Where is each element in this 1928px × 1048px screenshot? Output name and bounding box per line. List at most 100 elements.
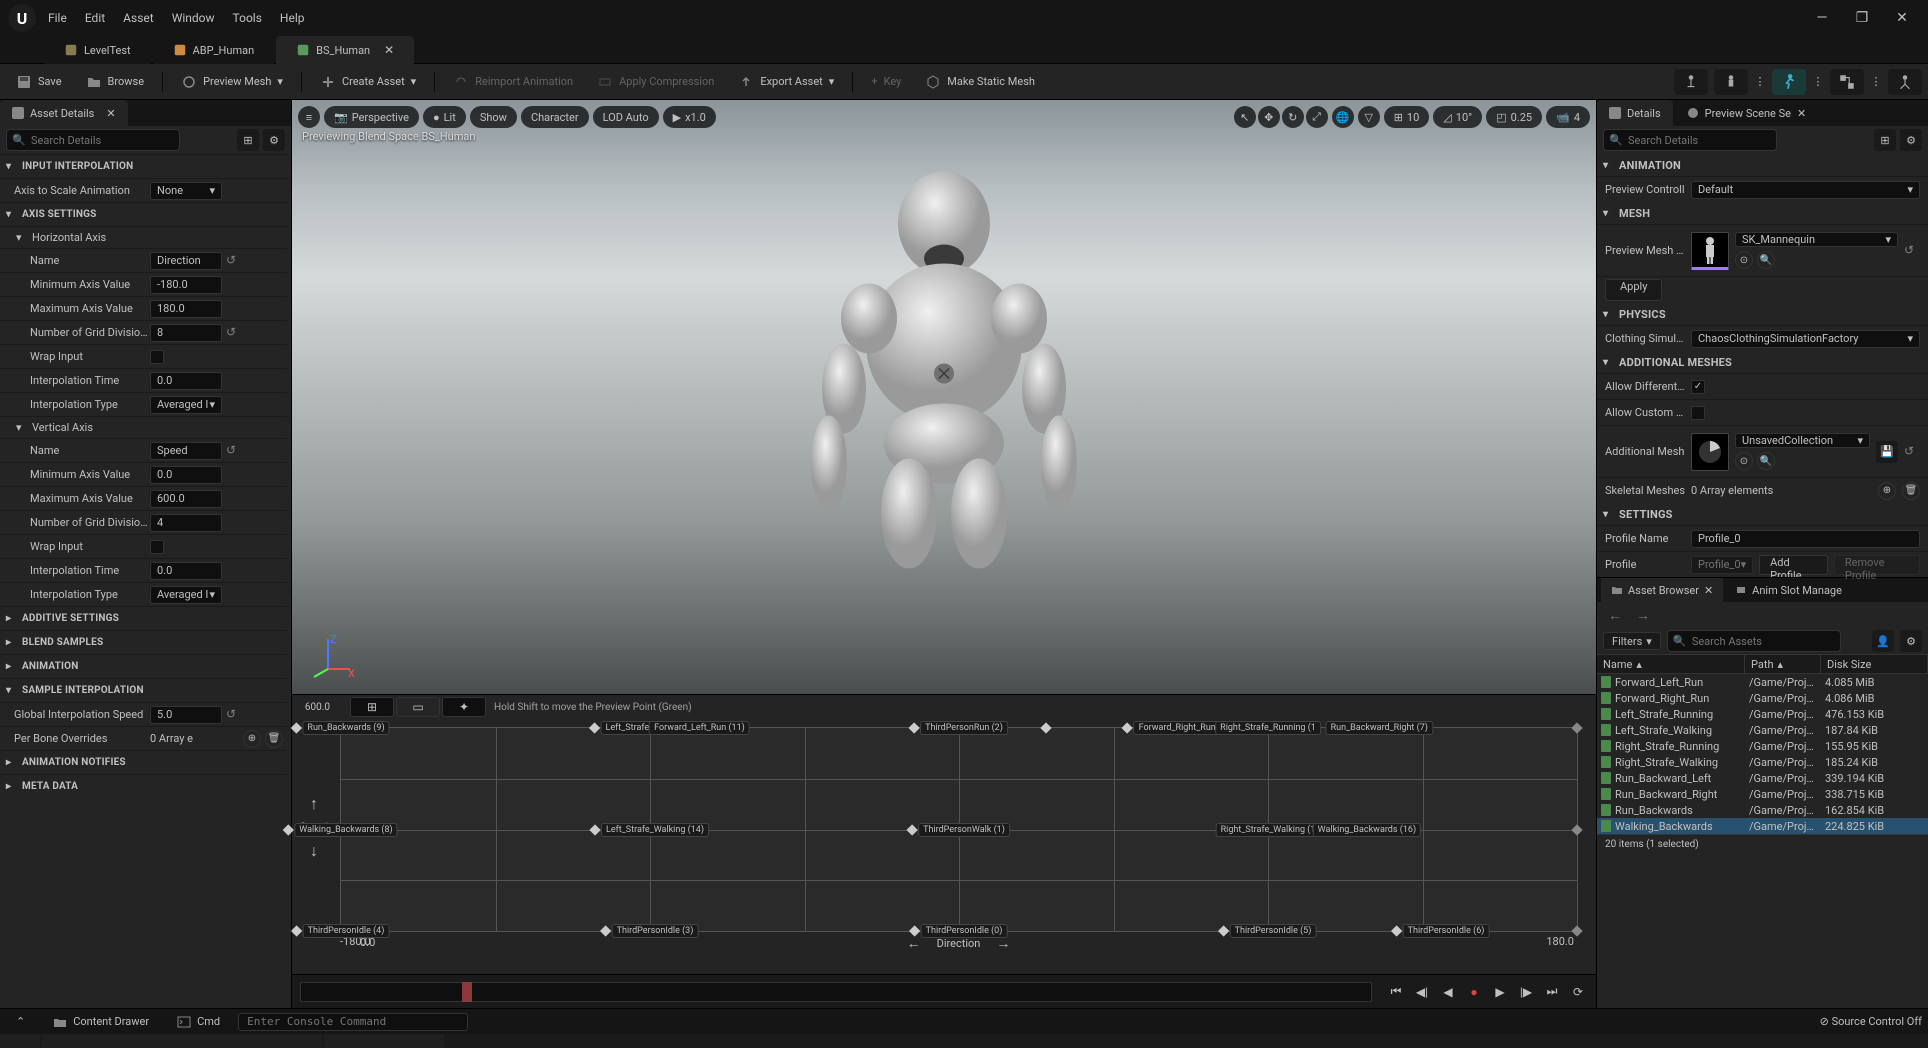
- playhead[interactable]: [462, 982, 472, 1002]
- rotate-tool[interactable]: ↻: [1282, 106, 1304, 128]
- col-size-header[interactable]: Disk Size: [1821, 655, 1928, 673]
- value-input[interactable]: [150, 514, 222, 532]
- cat-mesh[interactable]: ▾MESH: [1597, 202, 1928, 224]
- apply-mesh-button[interactable]: Apply: [1605, 279, 1662, 301]
- value-input[interactable]: [150, 442, 222, 460]
- asset-browser-tab[interactable]: Asset Browser ✕: [1601, 578, 1723, 602]
- grid-snap-button[interactable]: ⊞ 10: [1384, 106, 1430, 128]
- blend-grid[interactable]: Run_Backwards (9)Left_Strafe_Running (13…: [340, 727, 1578, 932]
- mode-animation[interactable]: [1772, 69, 1806, 95]
- speed-button[interactable]: ▶ x1.0: [663, 106, 716, 128]
- asset-row[interactable]: Right_Strafe_Running /Game/Projects 155.…: [1597, 738, 1928, 754]
- blend-sample[interactable]: [1573, 826, 1581, 834]
- world-local-toggle[interactable]: 🌐: [1332, 106, 1354, 128]
- cat-header[interactable]: ▾SAMPLE INTERPOLATION: [0, 678, 287, 702]
- value-select[interactable]: None▾: [150, 182, 222, 200]
- surface-snap-button[interactable]: ▽: [1358, 106, 1380, 128]
- cat-header[interactable]: ▾INPUT INTERPOLATION: [0, 154, 287, 178]
- to-end-button[interactable]: ⏭: [1542, 982, 1562, 1002]
- lod-button[interactable]: LOD Auto: [593, 106, 659, 128]
- blend-sample[interactable]: ThirdPersonIdle (6): [1393, 924, 1490, 938]
- blend-sample[interactable]: ThirdPersonIdle (0): [911, 924, 1008, 938]
- add-element-button[interactable]: ⊕: [1878, 482, 1896, 500]
- value-select[interactable]: Averaged I▾: [150, 396, 222, 414]
- export-asset-button[interactable]: Export Asset ▾: [728, 68, 844, 96]
- asset-row[interactable]: Run_Backwards /Game/Projects 162.854 KiB: [1597, 802, 1928, 818]
- step-fwd-button[interactable]: |▶: [1516, 982, 1536, 1002]
- blend-sample[interactable]: Right_Strafe_Walking (1: [1216, 823, 1321, 837]
- value-input[interactable]: [150, 300, 222, 318]
- tab-abp-human[interactable]: ABP_Human: [153, 36, 275, 64]
- search-details-right[interactable]: [1603, 129, 1870, 151]
- blend-sample[interactable]: Run_Backwards (9): [292, 721, 389, 735]
- allow-different-checkbox[interactable]: ✓: [1691, 380, 1705, 394]
- blend-sample[interactable]: [1573, 927, 1581, 935]
- value-select[interactable]: Averaged I▾: [150, 586, 222, 604]
- col-path-header[interactable]: Path▴: [1745, 655, 1821, 673]
- step-back-button[interactable]: ◀|: [1412, 982, 1432, 1002]
- source-control-status[interactable]: ⊘ Source Control Off: [1820, 1015, 1922, 1028]
- collection-thumbnail[interactable]: [1691, 433, 1729, 471]
- mode-dropdown[interactable]: ⋮: [1812, 69, 1824, 95]
- viewport[interactable]: ≡ 📷 Perspective ● Lit Show Character LOD…: [292, 100, 1596, 694]
- close-icon[interactable]: ✕: [1797, 107, 1806, 120]
- select-tool[interactable]: ↖: [1234, 106, 1256, 128]
- move-tool[interactable]: ✥: [1258, 106, 1280, 128]
- mode-mesh[interactable]: [1714, 69, 1748, 95]
- blend-sample[interactable]: Run_Backward_Right (7): [1326, 721, 1433, 735]
- bs-tool-triangulation[interactable]: ✦: [442, 697, 486, 717]
- blend-sample[interactable]: Walking_Backwards (16): [1313, 823, 1421, 837]
- value-input[interactable]: [150, 490, 222, 508]
- content-drawer-button[interactable]: Content Drawer: [43, 1012, 159, 1032]
- blend-sample[interactable]: ThirdPersonIdle (5): [1220, 924, 1317, 938]
- details-tab[interactable]: Details: [1597, 100, 1673, 126]
- value-input[interactable]: [150, 562, 222, 580]
- filters-button[interactable]: Filters▾: [1603, 632, 1661, 650]
- sub-header[interactable]: ▾Vertical Axis: [0, 416, 287, 438]
- back-button[interactable]: ←: [1605, 605, 1625, 625]
- tab-bs-human[interactable]: BS_Human ✕: [276, 36, 414, 64]
- asset-row[interactable]: Forward_Left_Run /Game/Projects 4.085 Mi…: [1597, 674, 1928, 690]
- cat-settings[interactable]: ▾SETTINGS: [1597, 503, 1928, 525]
- blend-sample[interactable]: ThirdPersonRun (2): [910, 721, 1008, 735]
- cat-header[interactable]: ▸ANIMATION: [0, 654, 287, 678]
- timeline-track[interactable]: [300, 982, 1372, 1002]
- blend-sample[interactable]: Forward_Left_Run (11): [649, 721, 750, 735]
- scale-snap-button[interactable]: ◰ 0.25: [1486, 106, 1542, 128]
- tab-leveltest[interactable]: LevelTest: [44, 36, 151, 64]
- forward-button[interactable]: →: [1633, 605, 1653, 625]
- browse-button[interactable]: Browse: [76, 68, 155, 96]
- mode-dropdown[interactable]: ⋮: [1754, 69, 1766, 95]
- save-collection-button[interactable]: 💾: [1876, 441, 1898, 463]
- cmd-button[interactable]: Cmd: [167, 1012, 230, 1032]
- preview-mesh-select[interactable]: SK_Mannequin▾: [1735, 232, 1898, 247]
- close-icon[interactable]: ✕: [1704, 584, 1713, 597]
- cat-header[interactable]: ▸BLEND SAMPLES: [0, 630, 287, 654]
- blend-sample[interactable]: Left_Strafe_Walking (14): [591, 823, 709, 837]
- clear-button[interactable]: 🗑: [265, 730, 283, 748]
- blend-sample[interactable]: Walking_Backwards (8): [284, 823, 397, 837]
- rotation-snap-button[interactable]: ◿ 10°: [1433, 106, 1482, 128]
- character-button[interactable]: Character: [521, 106, 589, 128]
- reset-icon[interactable]: ↺: [1904, 444, 1920, 460]
- blend-sample[interactable]: [1042, 724, 1050, 732]
- cat-header[interactable]: ▸ADDITIVE SETTINGS: [0, 606, 287, 630]
- value-input[interactable]: [150, 276, 222, 294]
- menu-asset[interactable]: Asset: [123, 11, 154, 25]
- mode-dropdown[interactable]: ⋮: [1870, 69, 1882, 95]
- use-selected-button[interactable]: ⊙: [1735, 452, 1753, 470]
- search-assets-input[interactable]: [1667, 630, 1866, 652]
- sub-header[interactable]: ▾Horizontal Axis: [0, 226, 287, 248]
- settings-button[interactable]: ⚙: [1900, 129, 1922, 151]
- minimize-button[interactable]: —: [1804, 4, 1840, 32]
- blend-sample[interactable]: ThirdPersonWalk (1): [908, 823, 1010, 837]
- col-name-header[interactable]: Name▴: [1597, 655, 1745, 673]
- cat-animation[interactable]: ▾ANIMATION: [1597, 154, 1928, 176]
- browse-to-button[interactable]: 🔍: [1757, 251, 1775, 269]
- loop-button[interactable]: ⟳: [1568, 982, 1588, 1002]
- blend-sample[interactable]: Right_Strafe_Running (1: [1215, 721, 1321, 735]
- lit-button[interactable]: ● Lit: [423, 106, 466, 128]
- checkbox[interactable]: [150, 540, 164, 554]
- additional-mesh-select[interactable]: UnsavedCollection▾: [1735, 433, 1870, 448]
- settings-button[interactable]: ⚙: [1900, 630, 1922, 652]
